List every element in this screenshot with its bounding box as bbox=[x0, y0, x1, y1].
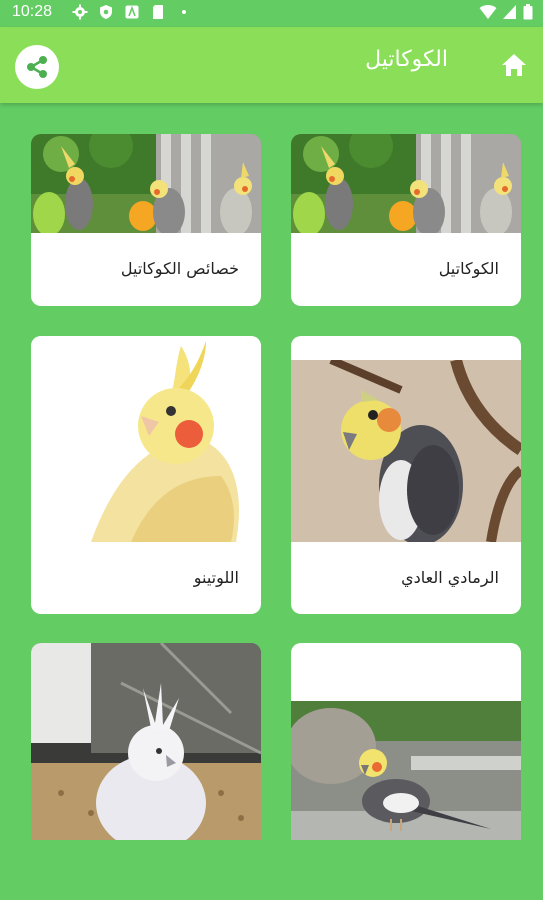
cockatiels-group-image bbox=[291, 134, 521, 233]
category-card-normal-grey[interactable]: الرمادي العادي bbox=[291, 336, 521, 614]
sd-card-icon bbox=[153, 5, 163, 19]
category-card-cockatiel[interactable]: الكوكاتيل bbox=[291, 134, 521, 306]
status-bar: 10:28 bbox=[0, 0, 543, 27]
signal-icon bbox=[503, 5, 516, 19]
status-system-icons bbox=[479, 4, 533, 20]
wifi-icon bbox=[479, 5, 497, 19]
gear-icon bbox=[72, 4, 88, 20]
cockatiels-group-image bbox=[31, 134, 261, 233]
lutino-cockatiel-image bbox=[31, 336, 261, 542]
text-icon bbox=[125, 5, 139, 19]
share-icon bbox=[27, 56, 47, 78]
grey-cockatiel-image bbox=[291, 360, 521, 542]
page-title: الكوكاتيل bbox=[365, 47, 448, 72]
shield-icon bbox=[100, 5, 112, 19]
white-cockatiel-image bbox=[31, 643, 261, 840]
app-bar: الكوكاتيل bbox=[0, 27, 543, 103]
dot-icon bbox=[182, 10, 186, 14]
category-card-lutino[interactable]: اللوتينو bbox=[31, 336, 261, 614]
card-label: خصائص الكوكاتيل bbox=[120, 259, 239, 278]
pied-cockatiel-image bbox=[291, 701, 521, 840]
category-card-5[interactable] bbox=[291, 643, 521, 840]
category-card-characteristics[interactable]: خصائص الكوكاتيل bbox=[31, 134, 261, 306]
card-label: اللوتينو bbox=[193, 568, 239, 587]
share-button[interactable] bbox=[15, 45, 59, 89]
card-label: الكوكاتيل bbox=[438, 259, 499, 278]
status-time: 10:28 bbox=[12, 3, 53, 20]
card-label: الرمادي العادي bbox=[401, 568, 499, 587]
battery-icon bbox=[523, 4, 533, 20]
status-notification-icons bbox=[72, 4, 192, 20]
home-icon[interactable] bbox=[500, 51, 528, 79]
category-card-6[interactable] bbox=[31, 643, 261, 840]
